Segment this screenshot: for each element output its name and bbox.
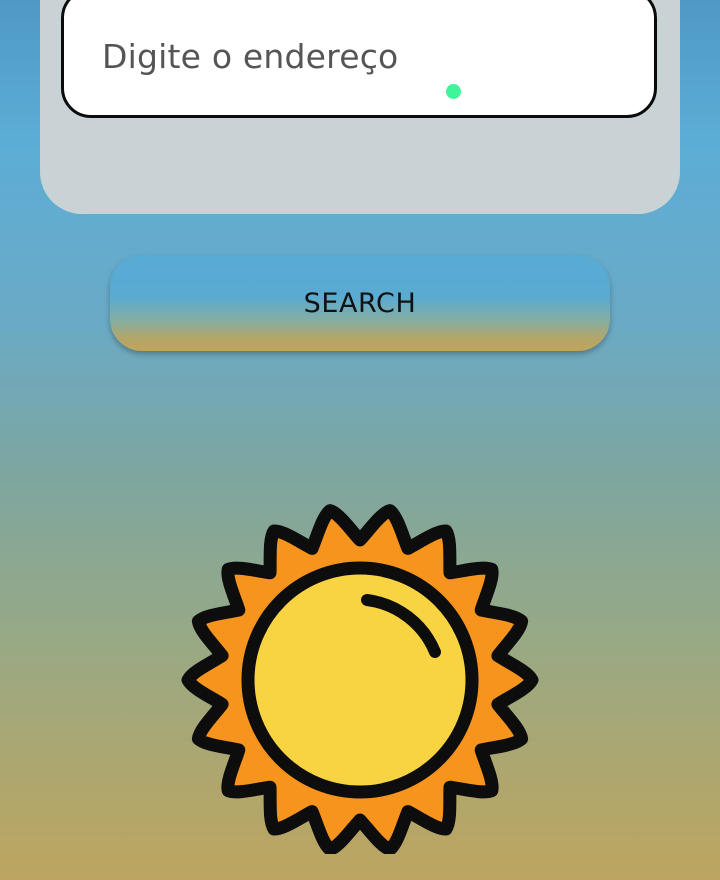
sun-core	[241, 561, 479, 799]
sun-icon	[181, 504, 539, 854]
cursor-dot	[446, 84, 461, 99]
address-placeholder: Digite o endereço	[102, 37, 399, 76]
search-button[interactable]: SEARCH	[110, 255, 610, 351]
search-button-label: SEARCH	[303, 287, 417, 319]
address-input[interactable]: Digite o endereço	[61, 0, 657, 118]
